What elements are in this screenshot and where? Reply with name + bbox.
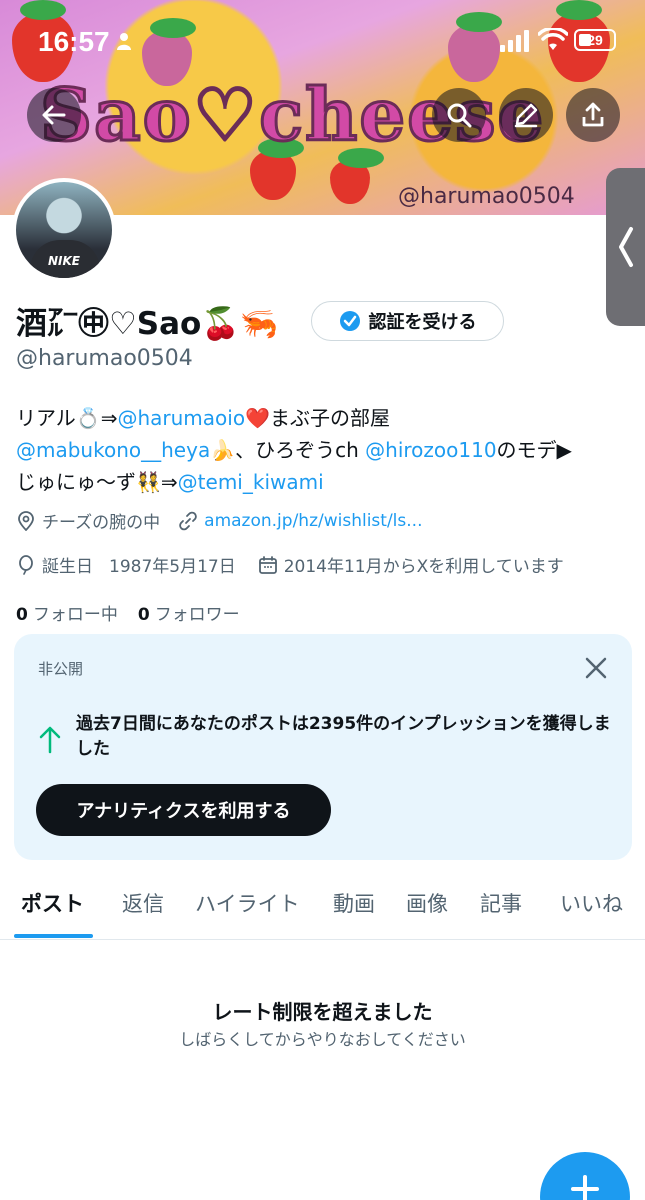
share-icon [582,102,604,127]
profile-meta-row-1: チーズの腕の中 amazon.jp/hz/wishlist/ls... [16,508,422,533]
bio-line: リアル💍⇒@harumaoio❤️まぶ子の部屋 [16,406,390,430]
private-label: 非公開 [38,660,84,678]
impressions-message: 過去7日間にあなたのポストは2395件のインプレッションを獲得しました [76,714,611,759]
username-handle: @harumao0504 [16,346,193,371]
following-link[interactable]: 0 フォロー中 [16,600,118,625]
tab-posts[interactable]: ポスト [21,888,84,918]
banner-handle-art: @harumao0504 [398,184,575,209]
get-verified-label: 認証を受ける [368,312,477,333]
birthday-date: 1987年5月17日 [109,557,236,577]
close-icon[interactable] [582,654,610,682]
wifi-icon [538,28,568,50]
battery-icon: 29 [574,29,616,51]
followers-link[interactable]: 0 フォロワー [138,600,240,625]
status-time: 16:57 [38,26,110,57]
birthday-label: 誕生日 [42,557,93,577]
calendar-icon [258,555,277,574]
search-icon [447,103,472,128]
tab-likes[interactable]: いいね [560,888,623,918]
strawberry-decoration [330,148,384,204]
balloon-icon [19,554,33,575]
side-drawer-handle[interactable] [606,168,645,326]
cellular-signal-icon [500,30,529,52]
display-name: 酒㌃㊥♡Sao🍒🦐 [16,306,279,342]
person-icon [117,33,131,50]
strawberry-decoration [250,138,304,200]
profile-tabs: ポスト 返信 ハイライト 動画 画像 記事 いいね [0,872,645,940]
plus-icon [571,1175,599,1200]
active-tab-indicator [14,934,93,938]
search-button[interactable] [432,88,486,142]
tab-photos[interactable]: 画像 [406,888,448,918]
avatar-logo: NIKE [48,254,81,268]
chevron-left-icon [618,227,633,267]
edit-profile-button[interactable] [499,88,553,142]
verified-badge-icon [339,311,360,331]
bio-mention-link[interactable]: @harumaoio [117,406,245,430]
arrow-up-icon [39,726,61,754]
tab-highlights[interactable]: ハイライト [195,888,300,918]
bio-mention-link[interactable]: @mabukono__heya [16,438,210,462]
bio-mention-link[interactable]: @temi_kiwami [178,470,324,494]
use-analytics-button[interactable]: アナリティクスを利用する [36,784,331,836]
status-bar: 16:57 29 [0,0,645,80]
back-arrow-icon [42,105,66,125]
joined-date: 2014年11月からXを利用しています [283,557,564,577]
tab-articles[interactable]: 記事 [480,888,522,918]
back-button[interactable] [27,88,81,142]
share-button[interactable] [566,88,620,142]
website-link[interactable]: amazon.jp/hz/wishlist/ls... [204,511,422,531]
bio-line: @mabukono__heya🍌、ひろぞうch @hirozoo110のモデ▶ [16,438,572,462]
profile-bio: リアル💍⇒@harumaoio❤️まぶ子の部屋 @mabukono__heya🍌… [16,402,626,498]
rate-limit-subtitle: しばらくしてからやりなおしてください [179,1030,466,1049]
bio-mention-link[interactable]: @hirozoo110 [365,438,496,462]
tab-videos[interactable]: 動画 [333,888,375,918]
location-pin-icon [18,510,34,531]
battery-percent: 29 [587,32,603,48]
follow-stats: 0 フォロー中 0 フォロワー [16,600,240,625]
location-text: チーズの腕の中 [42,513,161,533]
profile-avatar[interactable]: NIKE [12,178,116,282]
bio-line: じゅにゅ〜ず👯⇒@temi_kiwami [16,470,324,494]
tab-replies[interactable]: 返信 [122,888,164,918]
rate-limit-title: レート制限を超えました [212,1000,433,1024]
analytics-prompt-card: 非公開 過去7日間にあなたのポストは2395件のインプレッションを獲得しました … [14,634,632,860]
compose-post-button[interactable] [540,1152,630,1200]
get-verified-button[interactable]: 認証を受ける [311,301,504,341]
profile-meta-row-2: 誕生日 1987年5月17日 2014年11月からXを利用しています [16,552,564,577]
pencil-icon [514,103,538,128]
link-icon [179,511,197,530]
